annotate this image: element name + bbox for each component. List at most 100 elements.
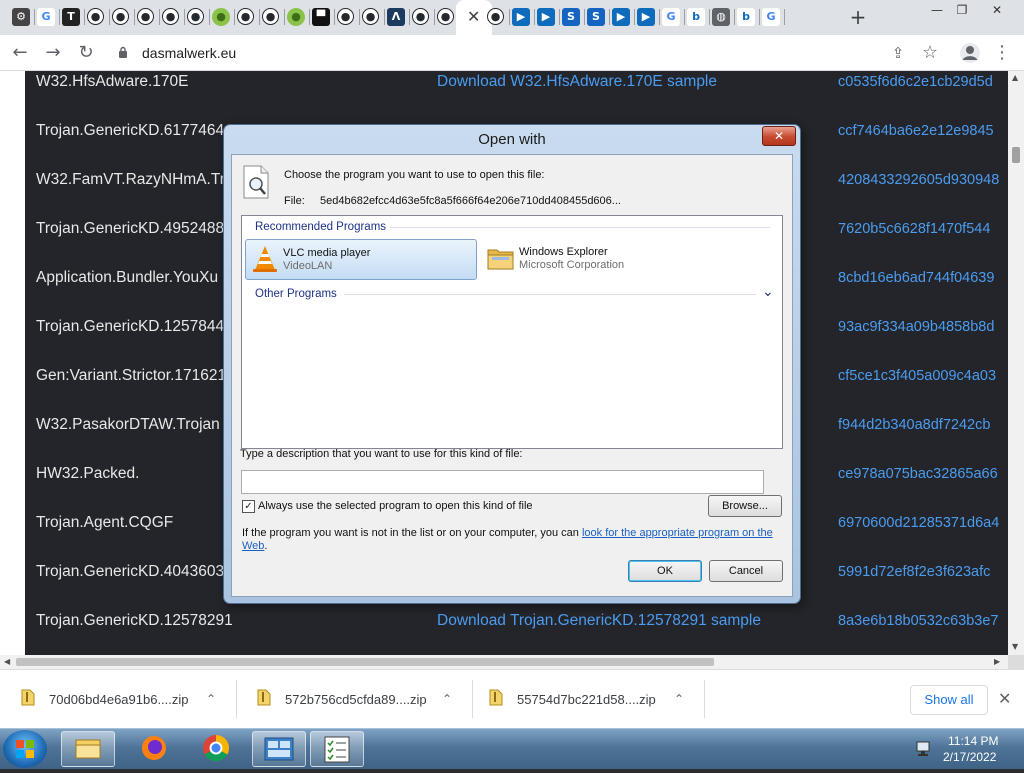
tab-github-icon[interactable]: ● [437, 8, 454, 25]
taskbar-control-panel-button[interactable] [252, 731, 306, 767]
reload-icon[interactable]: ↻ [74, 41, 98, 65]
program-vlc[interactable]: VLC media player VideoLAN [245, 239, 477, 280]
tab-ext-icon[interactable]: ⚙ [12, 8, 30, 26]
download-sample-link[interactable]: Download W32.HfsAdware.170E sample [437, 71, 717, 93]
taskbar-task-list-button[interactable] [310, 731, 364, 767]
tab-bing-icon[interactable]: b [687, 8, 705, 26]
sample-hash-link[interactable]: ce978a075bac32865a66 [838, 463, 998, 485]
show-all-button[interactable]: Show all [910, 685, 988, 715]
tab-globe-icon[interactable]: ◍ [712, 8, 730, 26]
tab-github-icon[interactable]: ● [262, 8, 279, 25]
chevron-up-icon[interactable]: ⌃ [206, 691, 216, 708]
tab-google-icon[interactable]: G [762, 8, 780, 26]
download-item[interactable]: 572b756cd5cfda89....zip ⌃ [236, 670, 468, 729]
taskbar-chrome-button[interactable] [190, 731, 242, 765]
start-button[interactable] [3, 730, 47, 768]
firefox-icon [142, 736, 166, 760]
share-icon[interactable]: ⇪ [886, 41, 910, 65]
close-download-bar-icon[interactable]: ✕ [998, 689, 1011, 709]
tab-github-icon[interactable]: ● [237, 8, 254, 25]
help-link[interactable]: look for the appropriate program on the [582, 527, 773, 539]
sample-hash-link[interactable]: c0535f6d6c2e1cb29d5d [838, 71, 993, 93]
tab-bing-play-icon[interactable]: ▶ [537, 8, 555, 26]
tab-google-icon[interactable]: G [37, 8, 55, 26]
sample-hash-link[interactable]: 8a3e6b18b0532c63b3e7 [838, 610, 998, 632]
sample-hash-link[interactable]: f944d2b340a8df7242cb [838, 414, 990, 436]
clock-date[interactable]: 2/17/2022 [943, 750, 996, 764]
tab-github-icon[interactable]: ● [112, 8, 129, 25]
tab-dark-box-icon[interactable]: ▀ [312, 8, 330, 26]
close-window-button[interactable]: ✕ [986, 2, 1008, 18]
sample-hash-link[interactable]: 93ac9f334a09b4858b8d [838, 316, 994, 338]
browse-button[interactable]: Browse... [708, 495, 782, 517]
back-arrow-icon[interactable]: ← [8, 41, 32, 65]
tab-text-app-icon[interactable]: T [62, 8, 80, 26]
cancel-button[interactable]: Cancel [709, 560, 783, 582]
taskbar-explorer-button[interactable] [61, 731, 115, 767]
chevron-down-icon[interactable]: ⌄ [762, 284, 774, 298]
tab-circle-green-icon[interactable]: ● [287, 8, 305, 26]
sample-hash-link[interactable]: 6970600d21285371d6a4 [838, 512, 999, 534]
tab-s-app-icon[interactable]: S [587, 8, 605, 26]
always-use-checkbox[interactable]: ✓ [242, 500, 255, 513]
horizontal-scroll-thumb[interactable] [16, 658, 714, 666]
tab-s-app-icon[interactable]: S [562, 8, 580, 26]
tab-arrow-app-icon[interactable]: Λ [387, 8, 405, 26]
download-item[interactable]: 55754d7bc221d58....zip ⌃ [468, 670, 700, 729]
tab-github-icon[interactable]: ● [137, 8, 154, 25]
tab-github-icon[interactable]: ● [412, 8, 429, 25]
tab-separator [609, 9, 610, 25]
forward-arrow-icon[interactable]: → [41, 41, 65, 65]
tab-separator [384, 9, 385, 25]
scroll-down-arrow-icon[interactable]: ▼ [1012, 642, 1018, 652]
other-programs-label[interactable]: Other Programs [255, 287, 337, 301]
sample-hash-link[interactable]: cf5ce1c3f405a009c4a03 [838, 365, 996, 387]
restore-button[interactable]: ❐ [951, 2, 973, 18]
lock-icon[interactable] [118, 46, 128, 58]
scroll-up-arrow-icon[interactable]: ▲ [1012, 73, 1018, 83]
taskbar-firefox-button[interactable] [128, 731, 180, 765]
sample-hash-link[interactable]: 8cbd16eb6ad744f04639 [838, 267, 994, 289]
menu-kebab-icon[interactable]: ⋮ [990, 41, 1014, 65]
horizontal-scrollbar[interactable]: ◀ ▶ [0, 655, 1008, 669]
tab-github-icon[interactable]: ● [487, 8, 504, 25]
download-sample-link[interactable]: Download Trojan.GenericKD.12578291 sampl… [437, 610, 761, 632]
clock-time[interactable]: 11:14 PM [948, 734, 998, 748]
tab-close-icon[interactable]: ✕ [467, 7, 480, 27]
chrome-icon [203, 734, 230, 762]
program-windows-explorer[interactable]: Windows Explorer Microsoft Corporation [482, 239, 712, 278]
sample-hash-link[interactable]: ccf7464ba6e2e12e9845 [838, 120, 994, 142]
tab-circle-green-icon[interactable]: ● [212, 8, 230, 26]
scroll-right-arrow-icon[interactable]: ▶ [994, 657, 1000, 667]
malware-name: Trojan.GenericKD.12578291 [36, 612, 233, 629]
sample-hash-link[interactable]: 5991d72ef8f2e3f623afc [838, 561, 990, 583]
download-item[interactable]: 70d06bd4e6a91b6....zip ⌃ [0, 670, 232, 729]
new-tab-button[interactable]: + [846, 5, 870, 29]
tab-bing-icon[interactable]: b [737, 8, 755, 26]
dialog-close-button[interactable]: ✕ [762, 126, 796, 146]
description-input[interactable] [241, 470, 764, 494]
tab-bing-play-icon[interactable]: ▶ [512, 8, 530, 26]
address-bar[interactable]: dasmalwerk.eu [142, 44, 236, 62]
tab-github-icon[interactable]: ● [337, 8, 354, 25]
tab-google-icon[interactable]: G [662, 8, 680, 26]
tab-bing-play-icon[interactable]: ▶ [612, 8, 630, 26]
network-icon[interactable] [915, 739, 933, 757]
chevron-up-icon[interactable]: ⌃ [442, 691, 452, 708]
sample-hash-link[interactable]: 7620b5c6628f1470f544 [838, 218, 990, 240]
profile-avatar-icon[interactable] [959, 42, 981, 64]
tab-github-icon[interactable]: ● [87, 8, 104, 25]
vertical-scrollbar[interactable]: ▲ ▼ [1008, 71, 1024, 655]
bookmark-star-icon[interactable]: ☆ [918, 41, 942, 65]
tab-github-icon[interactable]: ● [162, 8, 179, 25]
vertical-scroll-thumb[interactable] [1012, 147, 1020, 163]
tab-bing-play-icon[interactable]: ▶ [637, 8, 655, 26]
scroll-left-arrow-icon[interactable]: ◀ [4, 657, 10, 667]
chevron-up-icon[interactable]: ⌃ [674, 691, 684, 708]
sample-hash-link[interactable]: 4208433292605d930948 [838, 169, 999, 191]
ok-button[interactable]: OK [628, 560, 702, 582]
minimize-button[interactable]: — [926, 2, 948, 18]
tab-github-icon[interactable]: ● [187, 8, 204, 25]
tab-github-icon[interactable]: ● [362, 8, 379, 25]
help-link-web[interactable]: Web [242, 540, 264, 552]
